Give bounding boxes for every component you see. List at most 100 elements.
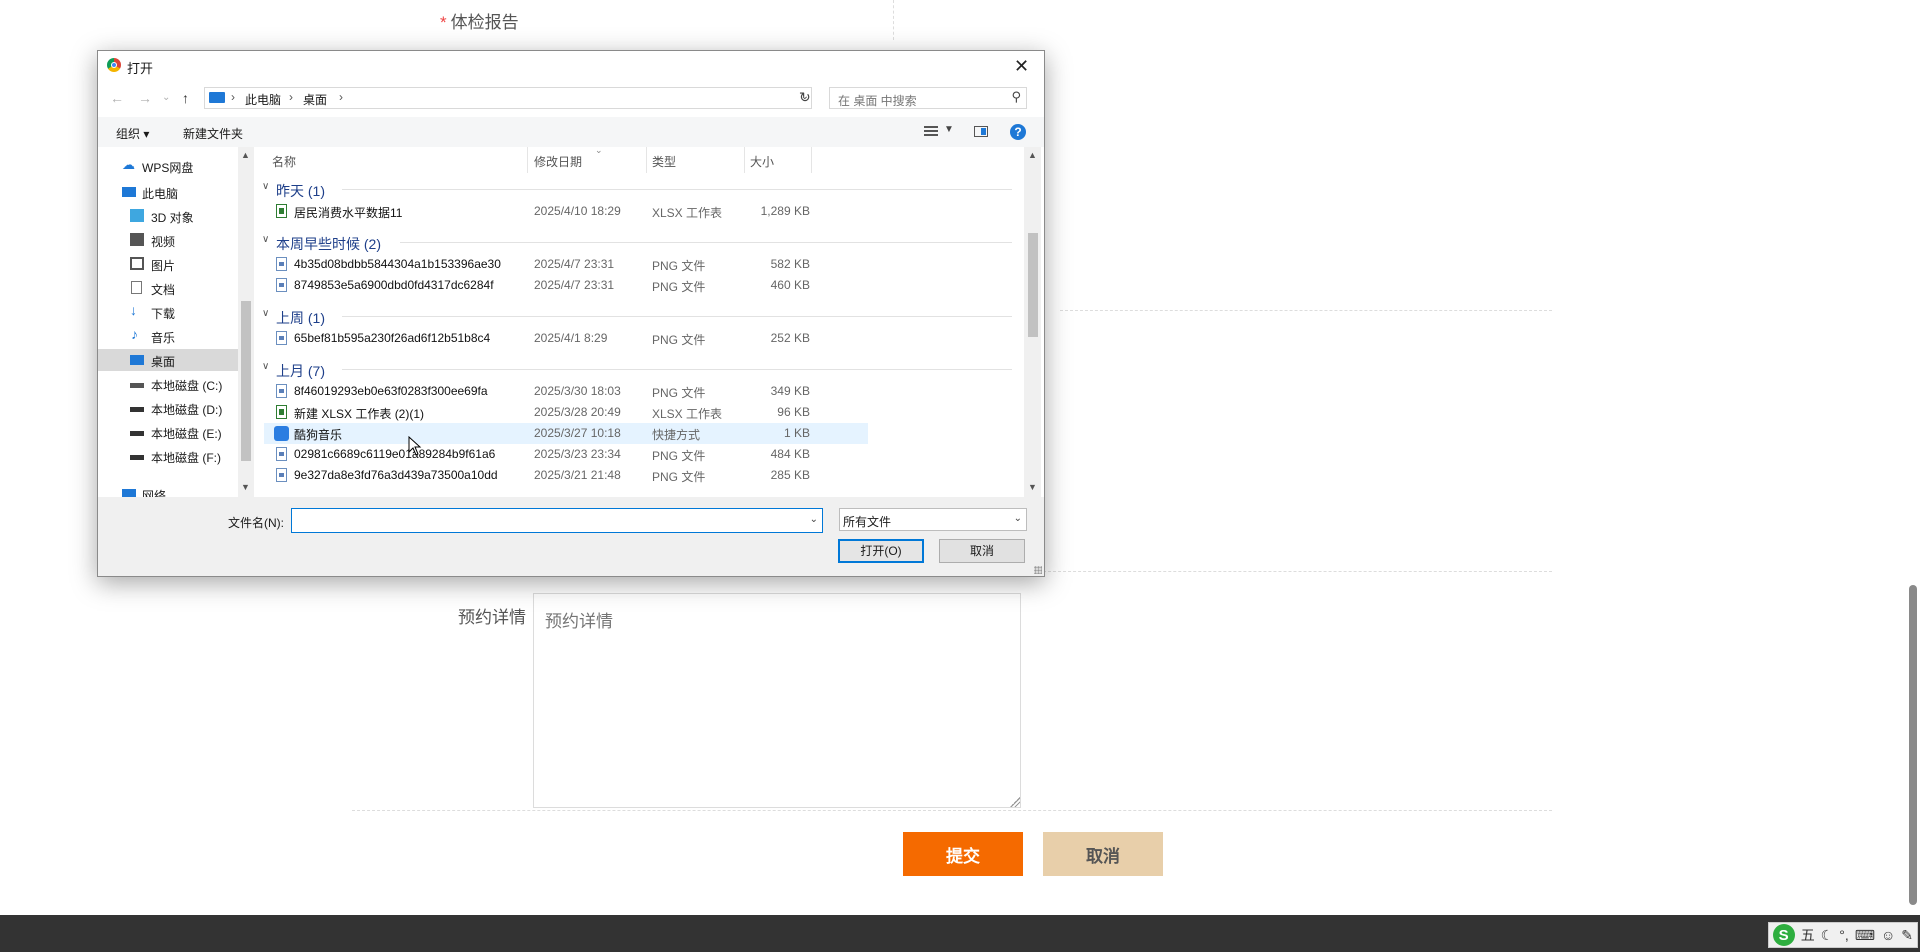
forward-icon[interactable]: →: [138, 90, 152, 106]
file-type: 快捷方式: [652, 428, 701, 442]
scroll-down-icon[interactable]: ▼: [1028, 482, 1037, 492]
file-size: 582 KB: [770, 257, 810, 271]
scroll-up-icon[interactable]: ▲: [241, 150, 250, 160]
column-header-type[interactable]: 类型: [652, 153, 676, 170]
chevron-down-icon[interactable]: ∨: [262, 361, 269, 372]
file-row[interactable]: 8f46019293eb0e63f0283f300ee69fa 2025/3/3…: [264, 381, 868, 402]
view-options-icon[interactable]: [924, 126, 938, 138]
dialog-titlebar[interactable]: 打开 ✕: [98, 51, 1044, 81]
column-divider[interactable]: [646, 147, 647, 173]
recent-locations-icon[interactable]: ⌄: [162, 92, 170, 103]
nav-item-network[interactable]: 网络: [98, 483, 238, 497]
column-divider[interactable]: [811, 147, 812, 173]
nav-item-pictures[interactable]: 图片: [98, 253, 238, 275]
nav-item-drive-f[interactable]: 本地磁盘 (F:): [98, 445, 238, 467]
nav-item-wps-cloud[interactable]: ☁ WPS网盘: [98, 155, 238, 177]
file-row[interactable]: 65bef81b595a230f26ad6f12b51b8c4 2025/4/1…: [264, 328, 868, 349]
moon-icon[interactable]: ☾: [1821, 927, 1834, 944]
pictures-icon: [130, 257, 144, 270]
file-row[interactable]: 9e327da8e3fd76a3d439a73500a10dd 2025/3/2…: [264, 465, 868, 486]
search-icon[interactable]: ⚲: [1011, 89, 1021, 105]
nav-item-desktop[interactable]: 桌面: [98, 349, 238, 371]
punctuation-icon[interactable]: °,: [1839, 927, 1849, 943]
open-button[interactable]: 打开(O): [838, 539, 924, 563]
ime-mode[interactable]: 五: [1801, 925, 1815, 945]
page-scrollbar-thumb[interactable]: [1909, 585, 1917, 905]
organize-menu[interactable]: 组织 ▾: [116, 125, 149, 142]
group-header-last-month[interactable]: ∨ 上月 (7): [254, 358, 1014, 380]
filename-input[interactable]: ⌄: [291, 508, 823, 533]
file-row[interactable]: 新建 XLSX 工作表 (2)(1) 2025/3/28 20:49 XLSX …: [264, 402, 868, 423]
group-divider: [400, 242, 1012, 243]
group-divider: [342, 316, 1012, 317]
chevron-down-icon[interactable]: ⌄: [810, 514, 818, 525]
video-icon: [130, 233, 144, 246]
file-size: 1,289 KB: [760, 204, 810, 218]
detail-textarea[interactable]: [533, 593, 1021, 808]
new-folder-button[interactable]: 新建文件夹: [183, 125, 243, 142]
filetype-select[interactable]: 所有文件 ⌄: [839, 508, 1027, 531]
file-row[interactable]: 02981c6689c6119e01a89284b9f61a6 2025/3/2…: [264, 444, 868, 465]
file-date: 2025/4/7 23:31: [534, 257, 615, 271]
chevron-down-icon[interactable]: ∨: [262, 234, 269, 245]
file-name: 酷狗音乐: [294, 428, 343, 442]
group-header-last-week[interactable]: ∨ 上周 (1): [254, 305, 1014, 327]
textarea-resize-handle[interactable]: [1010, 797, 1020, 807]
cancel-button[interactable]: 取消: [939, 539, 1025, 563]
column-header-size[interactable]: 大小: [750, 153, 774, 170]
group-divider: [342, 189, 1012, 190]
chevron-down-icon[interactable]: ∨: [262, 308, 269, 319]
chevron-down-icon[interactable]: ▼: [944, 124, 954, 135]
address-bar[interactable]: › 此电脑 › 桌面 › ⌄: [204, 87, 812, 109]
nav-item-drive-e[interactable]: 本地磁盘 (E:): [98, 421, 238, 443]
file-list-scrollbar[interactable]: ▲ ▼: [1024, 147, 1041, 497]
keyboard-icon[interactable]: ⌨: [1855, 927, 1875, 944]
breadcrumb-desktop[interactable]: 桌面: [303, 91, 327, 108]
chevron-down-icon[interactable]: ∨: [262, 181, 269, 192]
resize-grip-icon[interactable]: [1034, 566, 1042, 574]
nav-pane-scrollbar[interactable]: ▲ ▼: [238, 147, 254, 497]
help-icon[interactable]: ?: [1010, 124, 1026, 140]
dialog-nav-row: ← → ⌄ ↑ › 此电脑 › 桌面 › ⌄ ↻ 在 桌面 中搜索 ⚲: [98, 81, 1044, 117]
user-icon[interactable]: ☺: [1881, 927, 1895, 943]
file-row[interactable]: 居民消费水平数据11 2025/4/10 18:29 XLSX 工作表 1,28…: [264, 201, 868, 222]
search-box[interactable]: 在 桌面 中搜索 ⚲: [829, 87, 1027, 109]
scroll-up-icon[interactable]: ▲: [1028, 150, 1037, 160]
nav-item-downloads[interactable]: ↓ 下载: [98, 301, 238, 323]
preview-pane-icon[interactable]: [974, 126, 988, 137]
upload-area[interactable]: [533, 0, 894, 40]
chevron-down-icon[interactable]: ⌄: [1014, 513, 1022, 524]
close-icon[interactable]: ✕: [999, 51, 1044, 81]
up-folder-icon[interactable]: ↑: [182, 90, 189, 106]
submit-button[interactable]: 提交: [903, 832, 1023, 876]
column-divider[interactable]: [527, 147, 528, 173]
page-scrollbar[interactable]: [1906, 0, 1920, 915]
back-icon[interactable]: ←: [110, 90, 124, 106]
ime-toolbar[interactable]: S 五 ☾ °, ⌨ ☺ ✎: [1767, 922, 1918, 948]
nav-item-this-pc[interactable]: 此电脑: [98, 181, 238, 203]
column-header-name[interactable]: 名称: [272, 153, 296, 170]
wrench-icon[interactable]: ✎: [1901, 927, 1913, 944]
nav-item-drive-d[interactable]: 本地磁盘 (D:): [98, 397, 238, 419]
column-divider[interactable]: [744, 147, 745, 173]
file-row[interactable]: 4b35d08bdbb5844304a1b153396ae30 2025/4/7…: [264, 254, 868, 275]
file-scrollbar-thumb[interactable]: [1028, 233, 1038, 337]
scroll-down-icon[interactable]: ▼: [241, 482, 250, 492]
file-name: 8749853e5a6900dbd0fd4317dc6284f: [294, 278, 494, 292]
sogou-logo-icon[interactable]: S: [1772, 924, 1795, 946]
nav-item-3d-objects[interactable]: 3D 对象: [98, 205, 238, 227]
refresh-icon[interactable]: ↻: [799, 89, 811, 106]
file-row[interactable]: 酷狗音乐 2025/3/27 10:18 快捷方式 1 KB: [264, 423, 868, 444]
nav-scrollbar-thumb[interactable]: [241, 301, 251, 461]
nav-item-music[interactable]: ♪ 音乐: [98, 325, 238, 347]
page-cancel-button[interactable]: 取消: [1043, 832, 1163, 876]
column-header-date[interactable]: 修改日期: [534, 153, 582, 170]
nav-item-drive-c[interactable]: 本地磁盘 (C:): [98, 373, 238, 395]
file-row[interactable]: 8749853e5a6900dbd0fd4317dc6284f 2025/4/7…: [264, 275, 868, 296]
file-type: PNG 文件: [652, 333, 706, 347]
breadcrumb-this-pc[interactable]: 此电脑: [245, 91, 281, 108]
nav-item-documents[interactable]: 文档: [98, 277, 238, 299]
nav-item-videos[interactable]: 视频: [98, 229, 238, 251]
group-header-yesterday[interactable]: ∨ 昨天 (1): [254, 178, 1014, 200]
group-header-earlier-this-week[interactable]: ∨ 本周早些时候 (2): [254, 231, 1014, 253]
